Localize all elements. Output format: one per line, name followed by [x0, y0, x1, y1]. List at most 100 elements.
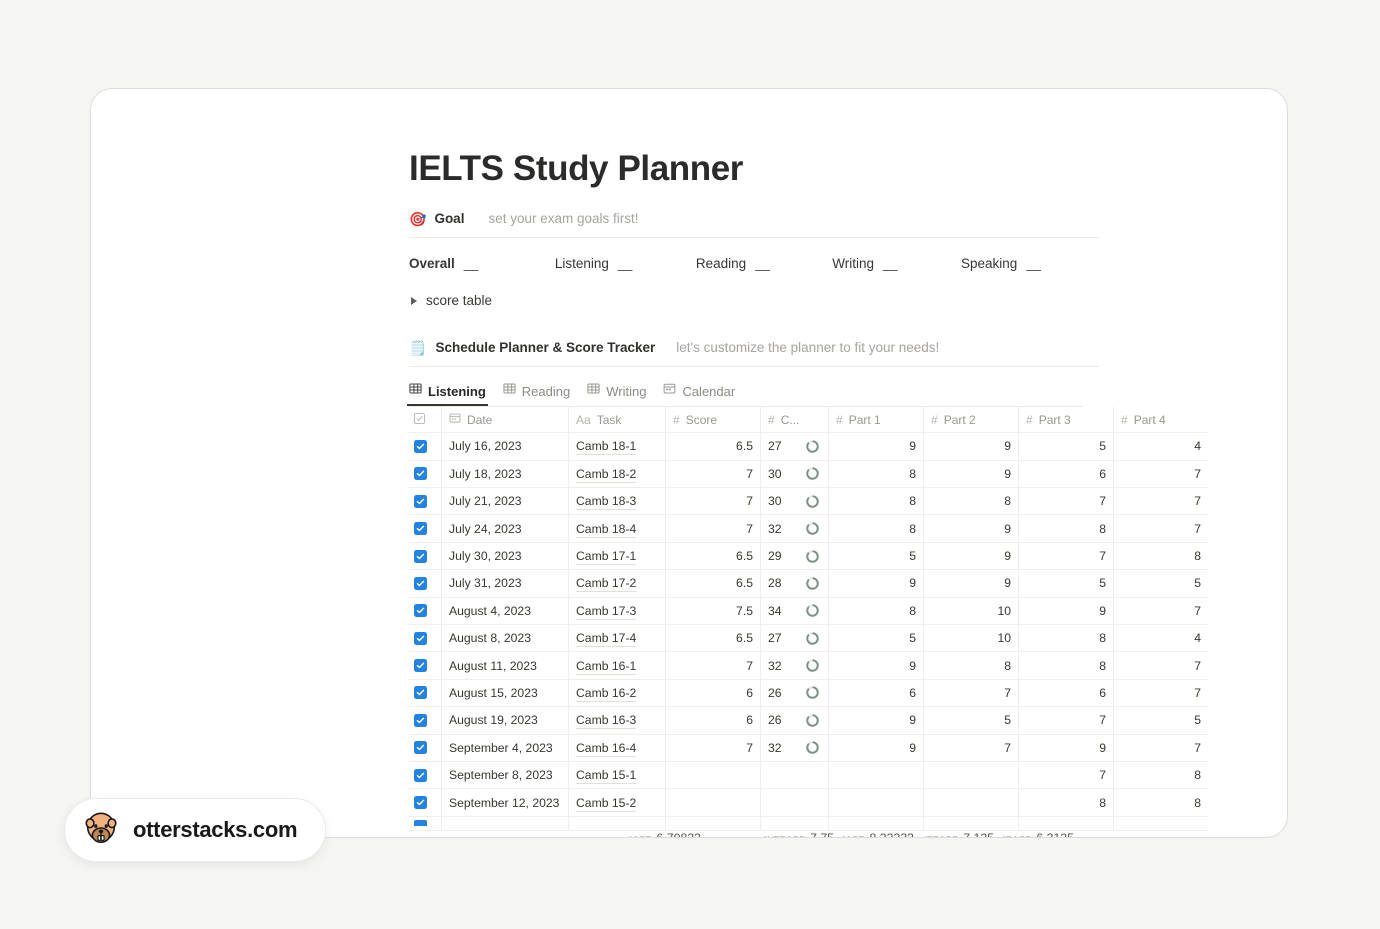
cell-part4[interactable]: 8: [1113, 761, 1208, 790]
cell-part2[interactable]: 8: [923, 487, 1019, 516]
cell-date[interactable]: September 4, 2023: [441, 734, 569, 762]
cell-part2[interactable]: 10: [923, 597, 1019, 625]
cell-part1[interactable]: 9: [828, 432, 924, 461]
table-row[interactable]: September 12, 2023 Camb 15-2 8 8: [409, 788, 1208, 817]
score-item-speaking[interactable]: Speaking __: [961, 256, 1041, 271]
column-header-part2[interactable]: # Part 2: [923, 407, 1019, 434]
cell-c[interactable]: 32: [760, 651, 829, 680]
cell-score[interactable]: 7: [665, 487, 761, 516]
cell-date[interactable]: July 24, 2023: [441, 514, 569, 543]
table-row[interactable]: August 19, 2023 Camb 16-3 6 26 9 5 7 5: [409, 706, 1208, 735]
summary-part3[interactable]: VERAGE 7.125: [923, 831, 1003, 837]
cell-score[interactable]: [665, 788, 761, 817]
cell-c[interactable]: 27: [760, 432, 829, 461]
cell-part4[interactable]: 7: [1113, 734, 1208, 762]
checkbox-checked-icon[interactable]: [414, 741, 427, 755]
cell-date[interactable]: August 11, 2023: [441, 651, 569, 680]
row-checkbox-cell[interactable]: [409, 706, 442, 735]
score-item-writing[interactable]: Writing __: [832, 256, 897, 271]
cell-date[interactable]: July 31, 2023: [441, 569, 569, 598]
table-row[interactable]: July 24, 2023 Camb 18-4 7 32 8 9 8 7: [409, 514, 1208, 543]
cell-part2[interactable]: 7: [923, 679, 1019, 708]
cell-part4[interactable]: 5: [1113, 706, 1208, 735]
cell-score[interactable]: 6.5: [665, 624, 761, 653]
cell-date[interactable]: July 21, 2023: [441, 487, 569, 516]
cell-part3[interactable]: 6: [1018, 460, 1114, 489]
cell-part1[interactable]: 8: [828, 460, 924, 489]
cell-part1[interactable]: 9: [828, 706, 924, 735]
cell-task[interactable]: Camb 16-2: [568, 679, 666, 708]
checkbox-checked-icon[interactable]: [414, 631, 427, 645]
row-checkbox-cell[interactable]: [409, 734, 442, 762]
cell-part4[interactable]: 8: [1113, 788, 1208, 817]
cell-part3[interactable]: 5: [1018, 569, 1114, 598]
cell-part4[interactable]: 4: [1113, 624, 1208, 653]
column-header-check[interactable]: [409, 407, 442, 434]
cell-c[interactable]: 32: [760, 514, 829, 543]
checkbox-checked-icon[interactable]: [414, 439, 427, 453]
table-row[interactable]: August 11, 2023 Camb 16-1 7 32 9 8 8 7: [409, 651, 1208, 680]
cell-task[interactable]: Camb 18-4: [568, 514, 666, 543]
cell-part4[interactable]: 7: [1113, 487, 1208, 516]
cell-part2[interactable]: 9: [923, 432, 1019, 461]
cell-part1[interactable]: 9: [828, 734, 924, 762]
tab-writing[interactable]: Writing: [587, 382, 646, 406]
column-header-date[interactable]: Date: [441, 407, 569, 434]
cell-date[interactable]: August 19, 2023: [441, 706, 569, 735]
cell-part2[interactable]: 5: [923, 706, 1019, 735]
cell-score[interactable]: 6.5: [665, 432, 761, 461]
table-row[interactable]: September 4, 2023 Camb 16-4 7 32 9 7 9 7: [409, 734, 1208, 762]
cell-score[interactable]: 6: [665, 679, 761, 708]
checkbox-checked-icon[interactable]: [414, 796, 427, 810]
tab-reading[interactable]: Reading: [503, 382, 570, 406]
cell-part1[interactable]: 5: [828, 624, 924, 653]
checkbox-checked-icon[interactable]: [414, 659, 427, 673]
row-checkbox-cell[interactable]: [409, 651, 442, 680]
cell-part3[interactable]: 7: [1018, 761, 1114, 790]
checkbox-checked-icon[interactable]: [414, 820, 427, 827]
cell-task[interactable]: Camb 15-2: [568, 788, 666, 817]
cell-date[interactable]: August 4, 2023: [441, 597, 569, 625]
cell-part1[interactable]: [828, 761, 924, 790]
cell-part4[interactable]: 4: [1113, 432, 1208, 461]
cell-task[interactable]: Camb 15-1: [568, 761, 666, 790]
cell-c[interactable]: 30: [760, 487, 829, 516]
cell-c[interactable]: 30: [760, 460, 829, 489]
score-table-toggle[interactable]: score table: [409, 293, 1099, 308]
checkbox-checked-icon[interactable]: [414, 494, 427, 508]
cell-c[interactable]: 34: [760, 597, 829, 625]
cell-part2[interactable]: [923, 788, 1019, 817]
checkbox-checked-icon[interactable]: [414, 713, 427, 727]
cell-date[interactable]: August 8, 2023: [441, 624, 569, 653]
triangle-right-icon[interactable]: [411, 296, 417, 305]
cell-part1[interactable]: 5: [828, 542, 924, 571]
column-header-part4[interactable]: # Part 4: [1113, 407, 1208, 434]
cell-score[interactable]: 7: [665, 514, 761, 543]
column-header-score[interactable]: # Score: [665, 407, 761, 434]
row-checkbox-cell[interactable]: [409, 569, 442, 598]
score-item-listening[interactable]: Listening __: [555, 256, 633, 271]
cell-score[interactable]: 7: [665, 651, 761, 680]
score-item-reading[interactable]: Reading __: [696, 256, 770, 271]
cell-task[interactable]: Camb 17-1: [568, 542, 666, 571]
cell-part1[interactable]: 9: [828, 569, 924, 598]
cell-score[interactable]: 7.5: [665, 597, 761, 625]
score-item-overall[interactable]: Overall __: [409, 256, 478, 271]
cell-task[interactable]: Camb 18-2: [568, 460, 666, 489]
row-checkbox-cell[interactable]: [409, 542, 442, 571]
cell-task[interactable]: Camb 16-3: [568, 706, 666, 735]
cell-part3[interactable]: 8: [1018, 788, 1114, 817]
cell-score[interactable]: 6.5: [665, 569, 761, 598]
checkbox-checked-icon[interactable]: [414, 686, 427, 700]
summary-part4[interactable]: ERAGE 6.3125: [1003, 831, 1083, 837]
cell-part2[interactable]: 10: [923, 624, 1019, 653]
cell-date[interactable]: August 15, 2023: [441, 679, 569, 708]
cell-part3[interactable]: 5: [1018, 432, 1114, 461]
table-row[interactable]: July 30, 2023 Camb 17-1 6.5 29 5 9 7 8: [409, 542, 1208, 571]
row-checkbox-cell[interactable]: [409, 679, 442, 708]
cell-part3[interactable]: 7: [1018, 487, 1114, 516]
table-row[interactable]: August 8, 2023 Camb 17-4 6.5 27 5 10 8 4: [409, 624, 1208, 653]
column-header-part3[interactable]: # Part 3: [1018, 407, 1114, 434]
row-checkbox-cell[interactable]: [409, 597, 442, 625]
cell-task[interactable]: Camb 18-1: [568, 432, 666, 461]
